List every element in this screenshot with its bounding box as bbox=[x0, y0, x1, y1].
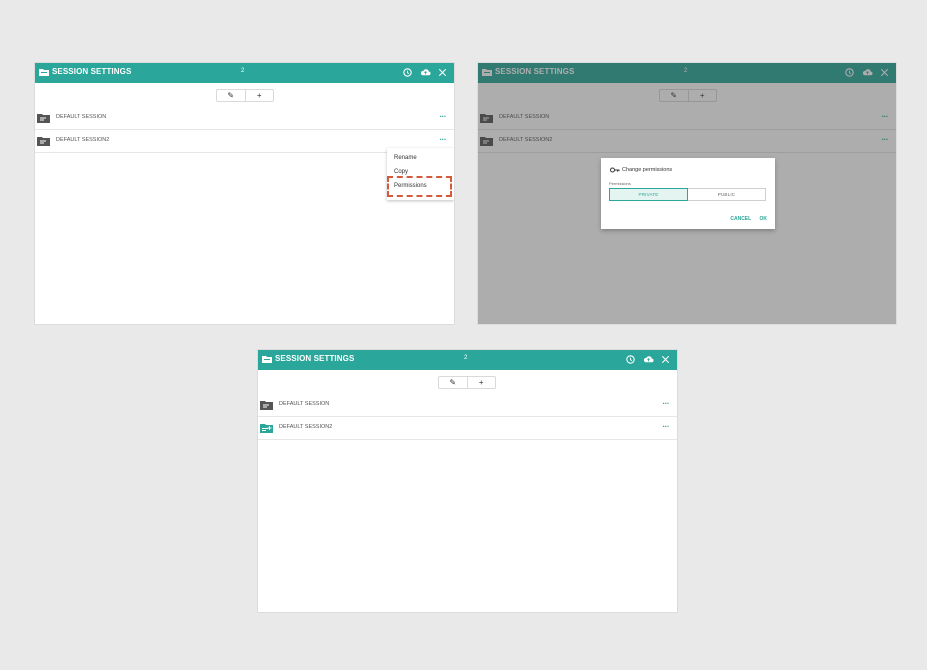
session-count: 2 bbox=[464, 355, 468, 361]
ok-button[interactable]: OK bbox=[760, 216, 768, 222]
permissions-dialog: Change permissions Permissions PRIVATE P… bbox=[601, 158, 775, 229]
add-button[interactable]: + bbox=[466, 377, 496, 388]
menu-item-rename[interactable]: Rename bbox=[394, 155, 417, 161]
session-settings-panel-menu: SESSION SETTINGS 2 ✎ + DEFAULT SESSION ·… bbox=[35, 63, 454, 324]
folder-icon bbox=[37, 137, 50, 146]
history-icon[interactable] bbox=[402, 67, 413, 78]
session-row[interactable]: DEFAULT SESSION2 ··· bbox=[258, 417, 677, 440]
permissions-label: Permissions bbox=[609, 181, 631, 186]
session-row[interactable]: DEFAULT SESSION ··· bbox=[258, 394, 677, 417]
more-icon[interactable]: ··· bbox=[663, 399, 670, 408]
session-row[interactable]: DEFAULT SESSION ··· bbox=[35, 107, 454, 130]
edit-button[interactable]: ✎ bbox=[439, 377, 467, 388]
session-settings-panel-dialog: SESSION SETTINGS 2 ✎ + DEFAULT SESSION ·… bbox=[478, 63, 896, 324]
dialog-actions: CANCEL OK bbox=[723, 216, 767, 222]
edit-toolbar: ✎ + bbox=[216, 89, 274, 102]
more-icon[interactable]: ··· bbox=[663, 422, 670, 431]
permissions-highlight bbox=[387, 176, 452, 197]
private-option[interactable]: PRIVATE bbox=[609, 188, 688, 201]
permissions-toggle: PRIVATE PUBLIC bbox=[609, 188, 766, 201]
folder-icon bbox=[39, 69, 49, 76]
folder-icon bbox=[260, 401, 273, 410]
panel-title: SESSION SETTINGS bbox=[52, 67, 132, 76]
edit-button[interactable]: ✎ bbox=[217, 90, 245, 101]
folder-icon bbox=[262, 356, 272, 363]
close-icon[interactable] bbox=[660, 354, 671, 365]
cancel-button[interactable]: CANCEL bbox=[730, 216, 751, 222]
edit-toolbar: ✎ + bbox=[438, 376, 496, 389]
session-label: DEFAULT SESSION bbox=[56, 114, 107, 120]
session-label: DEFAULT SESSION bbox=[279, 401, 330, 407]
close-icon[interactable] bbox=[437, 67, 448, 78]
folder-icon bbox=[37, 114, 50, 123]
panel-title: SESSION SETTINGS bbox=[275, 354, 355, 363]
more-icon[interactable]: ··· bbox=[440, 135, 447, 144]
cloud-upload-icon[interactable] bbox=[420, 67, 431, 78]
shared-folder-icon bbox=[260, 424, 273, 433]
add-button[interactable]: + bbox=[244, 90, 274, 101]
session-label: DEFAULT SESSION2 bbox=[279, 424, 333, 430]
menu-item-copy[interactable]: Copy bbox=[394, 169, 408, 175]
key-icon bbox=[610, 167, 620, 173]
dialog-title: Change permissions bbox=[622, 167, 673, 173]
public-option[interactable]: PUBLIC bbox=[688, 189, 765, 200]
session-count: 2 bbox=[241, 68, 245, 74]
session-label: DEFAULT SESSION2 bbox=[56, 137, 110, 143]
history-icon[interactable] bbox=[625, 354, 636, 365]
panel-header: SESSION SETTINGS 2 bbox=[35, 63, 454, 83]
session-settings-panel-result: SESSION SETTINGS 2 ✎ + DEFAULT SESSION ·… bbox=[258, 350, 677, 612]
cloud-upload-icon[interactable] bbox=[643, 354, 654, 365]
panel-header: SESSION SETTINGS 2 bbox=[258, 350, 677, 370]
more-icon[interactable]: ··· bbox=[440, 112, 447, 121]
